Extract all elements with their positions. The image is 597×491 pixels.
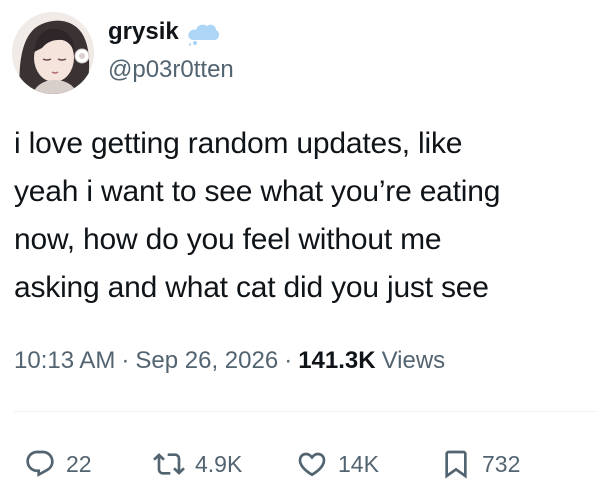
divider: [14, 411, 597, 412]
action-bar: 22 4.9K 14K 732: [0, 440, 597, 488]
tweet-text: i love getting random updates, like yeah…: [14, 127, 501, 304]
cloud-icon: [185, 18, 221, 46]
reply-icon: [26, 450, 54, 477]
repost-button[interactable]: 4.9K: [153, 440, 242, 488]
like-button[interactable]: 14K: [296, 440, 379, 488]
repost-icon: [153, 453, 185, 475]
handle[interactable]: @p03r0tten: [108, 56, 234, 84]
meta-separator: ·: [121, 347, 130, 374]
tweet-meta: 10:13 AM · Sep 26, 2026 · 141.3K Views: [14, 346, 445, 376]
reply-count: 22: [66, 450, 92, 477]
meta-separator: ·: [284, 347, 293, 374]
tweet-time[interactable]: 10:13 AM: [14, 346, 115, 376]
bookmark-button[interactable]: 732: [440, 440, 520, 488]
heart-icon: [298, 452, 326, 477]
repost-count: 4.9K: [195, 450, 243, 477]
avatar[interactable]: [12, 12, 94, 94]
reply-button[interactable]: 22: [24, 440, 92, 488]
views-label: Views: [381, 347, 446, 374]
display-name-text[interactable]: grysik: [108, 18, 179, 46]
like-count: 14K: [338, 450, 379, 477]
views-count: 141.3K: [298, 347, 376, 374]
tweet-date[interactable]: Sep 26, 2026: [135, 346, 278, 376]
display-name[interactable]: grysik: [108, 18, 221, 46]
bookmark-icon: [445, 450, 467, 479]
bookmark-count: 732: [482, 450, 521, 477]
avatar-illustration: [12, 12, 94, 94]
tweet-card: grysik @p03r0tten i love getting random …: [0, 0, 597, 491]
